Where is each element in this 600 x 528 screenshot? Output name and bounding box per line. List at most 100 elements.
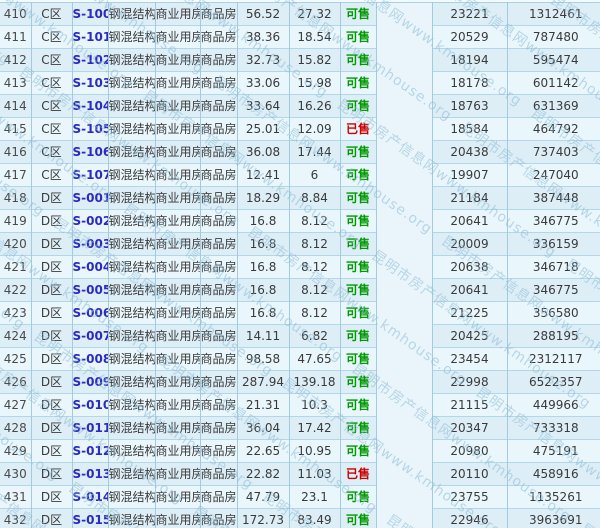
- total-price-cell: 6522357: [507, 371, 600, 394]
- unit-price-cell: 20980: [432, 440, 507, 463]
- build-area-cell: 22.65: [237, 440, 289, 463]
- structure-cell: 钢混结构: [108, 394, 155, 417]
- table-row: 424 D区 S-007 钢混结构 商业用房 商品房 14.11 6.82 可售…: [0, 325, 600, 348]
- structure-cell: 钢混结构: [108, 118, 155, 141]
- unit-code-link[interactable]: S-107: [73, 168, 109, 182]
- unit-code-link[interactable]: S-101: [73, 30, 109, 44]
- district-cell: D区: [31, 256, 72, 279]
- usage-cell: 商业用房: [155, 279, 200, 302]
- row-number-cell: 419: [0, 210, 31, 233]
- total-price-cell: 449966: [507, 394, 600, 417]
- unit-code-cell: S-104: [72, 95, 108, 118]
- spacer-cell: [376, 3, 432, 26]
- unit-code-link[interactable]: S-012: [73, 444, 109, 458]
- spacer-cell: [376, 210, 432, 233]
- status-badge: 可售: [346, 76, 370, 90]
- inner-area-cell: 12.09: [289, 118, 340, 141]
- unit-code-link[interactable]: S-001: [73, 191, 109, 205]
- structure-cell: 钢混结构: [108, 279, 155, 302]
- unit-code-link[interactable]: S-014: [73, 490, 109, 504]
- unit-price-cell: 22998: [432, 371, 507, 394]
- category-cell: 商品房: [200, 187, 237, 210]
- status-badge: 可售: [346, 53, 370, 67]
- total-price-cell: 464792: [507, 118, 600, 141]
- build-area-cell: 14.11: [237, 325, 289, 348]
- unit-price-cell: 18194: [432, 49, 507, 72]
- unit-code-link[interactable]: S-010: [73, 398, 109, 412]
- unit-code-link[interactable]: S-011: [73, 421, 109, 435]
- listing-table: 410 C区 S-100 钢混结构 商业用房 商品房 56.52 27.32 可…: [0, 2, 600, 528]
- structure-cell: 钢混结构: [108, 486, 155, 509]
- unit-code-link[interactable]: S-005: [73, 283, 109, 297]
- usage-cell: 商业用房: [155, 440, 200, 463]
- property-listing-screen: 410 C区 S-100 钢混结构 商业用房 商品房 56.52 27.32 可…: [0, 0, 600, 528]
- status-cell: 可售: [340, 279, 376, 302]
- row-number-cell: 414: [0, 95, 31, 118]
- unit-price-cell: 23755: [432, 486, 507, 509]
- row-number-cell: 411: [0, 26, 31, 49]
- status-cell: 可售: [340, 509, 376, 528]
- unit-code-link[interactable]: S-006: [73, 306, 109, 320]
- inner-area-cell: 47.65: [289, 348, 340, 371]
- build-area-cell: 18.29: [237, 187, 289, 210]
- district-cell: C区: [31, 26, 72, 49]
- status-badge: 可售: [346, 7, 370, 21]
- usage-cell: 商业用房: [155, 3, 200, 26]
- inner-area-cell: 8.84: [289, 187, 340, 210]
- category-cell: 商品房: [200, 3, 237, 26]
- unit-code-cell: S-010: [72, 394, 108, 417]
- unit-code-link[interactable]: S-004: [73, 260, 109, 274]
- unit-code-cell: S-107: [72, 164, 108, 187]
- build-area-cell: 56.52: [237, 3, 289, 26]
- unit-code-link[interactable]: S-002: [73, 214, 109, 228]
- district-cell: D区: [31, 371, 72, 394]
- inner-area-cell: 8.12: [289, 256, 340, 279]
- category-cell: 商品房: [200, 72, 237, 95]
- unit-code-link[interactable]: S-015: [73, 513, 109, 527]
- inner-area-cell: 8.12: [289, 233, 340, 256]
- status-cell: 可售: [340, 187, 376, 210]
- unit-code-cell: S-102: [72, 49, 108, 72]
- unit-code-cell: S-009: [72, 371, 108, 394]
- unit-code-link[interactable]: S-106: [73, 145, 109, 159]
- status-badge: 可售: [346, 145, 370, 159]
- usage-cell: 商业用房: [155, 394, 200, 417]
- unit-code-link[interactable]: S-003: [73, 237, 109, 251]
- unit-code-link[interactable]: S-007: [73, 329, 109, 343]
- unit-price-cell: 21115: [432, 394, 507, 417]
- unit-code-link[interactable]: S-104: [73, 99, 109, 113]
- unit-code-link[interactable]: S-013: [73, 467, 109, 481]
- unit-price-cell: 23221: [432, 3, 507, 26]
- unit-price-cell: 19907: [432, 164, 507, 187]
- category-cell: 商品房: [200, 486, 237, 509]
- usage-cell: 商业用房: [155, 49, 200, 72]
- total-price-cell: 2312117: [507, 348, 600, 371]
- status-cell: 可售: [340, 417, 376, 440]
- unit-code-link[interactable]: S-100: [73, 7, 109, 21]
- structure-cell: 钢混结构: [108, 463, 155, 486]
- unit-code-link[interactable]: S-105: [73, 122, 109, 136]
- category-cell: 商品房: [200, 325, 237, 348]
- unit-price-cell: 23454: [432, 348, 507, 371]
- unit-code-link[interactable]: S-103: [73, 76, 109, 90]
- district-cell: C区: [31, 72, 72, 95]
- unit-code-link[interactable]: S-102: [73, 53, 109, 67]
- district-cell: C区: [31, 141, 72, 164]
- unit-code-link[interactable]: S-009: [73, 375, 109, 389]
- unit-price-cell: 20438: [432, 141, 507, 164]
- status-badge: 可售: [346, 398, 370, 412]
- structure-cell: 钢混结构: [108, 164, 155, 187]
- status-cell: 可售: [340, 49, 376, 72]
- district-cell: D区: [31, 233, 72, 256]
- status-badge: 可售: [346, 513, 370, 527]
- unit-code-link[interactable]: S-008: [73, 352, 109, 366]
- row-number-cell: 427: [0, 394, 31, 417]
- build-area-cell: 33.64: [237, 95, 289, 118]
- row-number-cell: 417: [0, 164, 31, 187]
- category-cell: 商品房: [200, 164, 237, 187]
- category-cell: 商品房: [200, 279, 237, 302]
- unit-code-cell: S-100: [72, 3, 108, 26]
- spacer-cell: [376, 486, 432, 509]
- usage-cell: 商业用房: [155, 164, 200, 187]
- total-price-cell: 1312461: [507, 3, 600, 26]
